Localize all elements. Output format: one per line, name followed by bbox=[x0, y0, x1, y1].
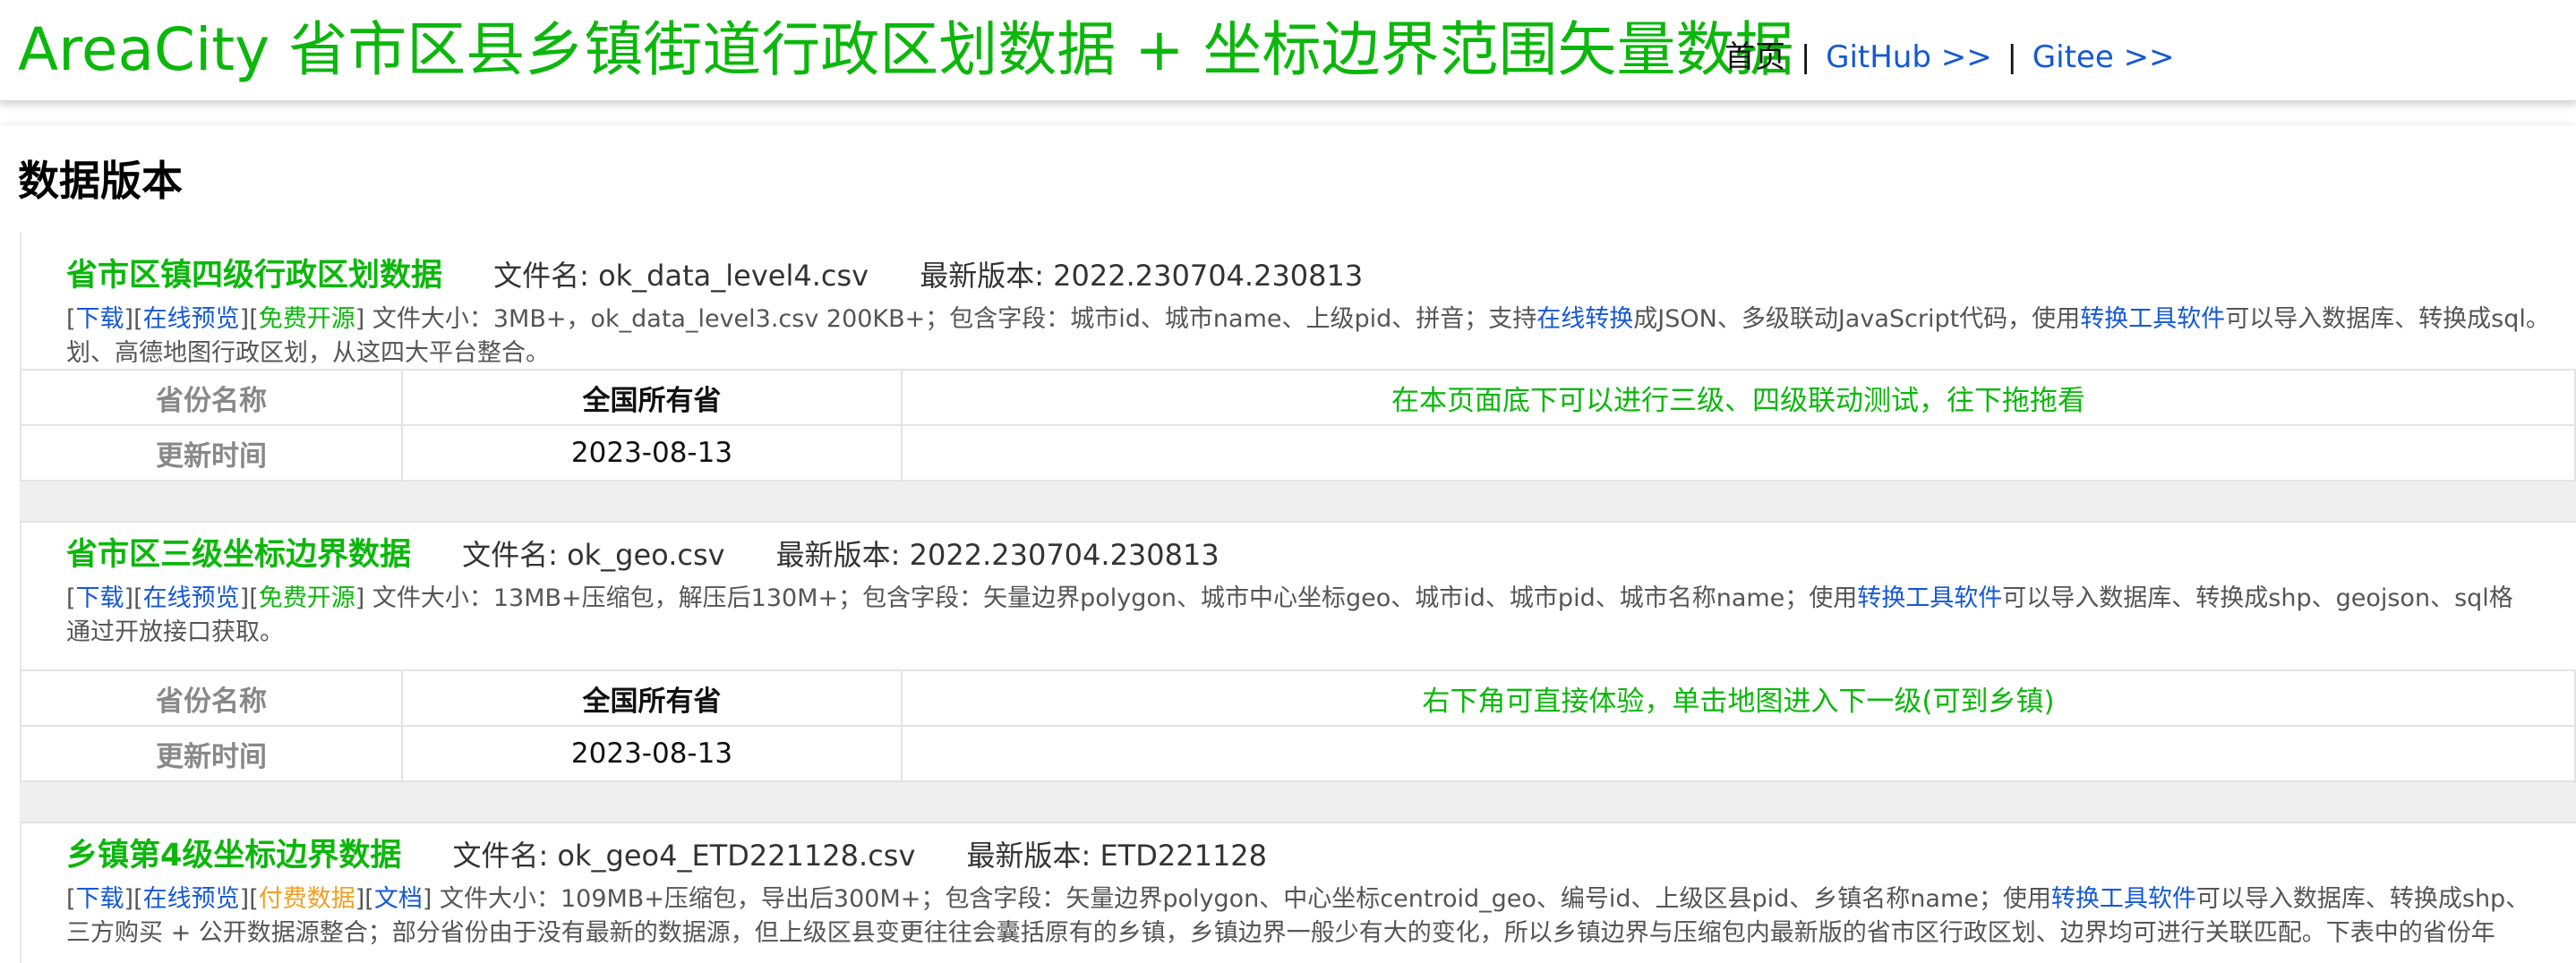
value-update-time: 2023-08-13 bbox=[401, 424, 903, 482]
dataset-info-table: 省份名称 全国所有省 右下角可直接体验，单击地图进入下一级(可到乡镇) 更新时间… bbox=[20, 669, 2576, 782]
label-update-time: 更新时间 bbox=[20, 424, 403, 482]
table-note: 右下角可直接体验，单击地图进入下一级(可到乡镇) bbox=[901, 669, 2576, 727]
desc-text: 文件大小：109MB+压缩包，导出后300M+；包含字段：矢量边界polygon… bbox=[432, 885, 2051, 913]
table-row: 省份名称 全国所有省 右下角可直接体验，单击地图进入下一级(可到乡镇) bbox=[20, 669, 2576, 727]
dataset-description: [下载][在线预览][付费数据][文档] 文件大小：109MB+压缩包，导出后3… bbox=[66, 885, 2530, 947]
desc-text-line2: 三方购买 + 公开数据源整合；部分省份由于没有最新的数据源，但上级区县变更往往会… bbox=[66, 919, 2495, 947]
desc-text: 可以导入数据库、转换成shp、 bbox=[2195, 885, 2530, 913]
section-title: 数据版本 bbox=[18, 157, 183, 205]
desc-text: 成JSON、多级联动JavaScript代码，使用 bbox=[1633, 305, 2081, 333]
dataset-header: 省市区镇四级行政区划数据 文件名: ok_data_level4.csv 最新版… bbox=[66, 254, 1363, 303]
site-header: AreaCity 省市区县乡镇街道行政区划数据 + 坐标边界范围矢量数据 首页 … bbox=[0, 0, 2576, 101]
convert-tool-link[interactable]: 转换工具软件 bbox=[2051, 885, 2196, 913]
dataset-block-geo4: 乡镇第4级坐标边界数据 文件名: ok_geo4_ETD221128.csv 最… bbox=[20, 822, 2576, 963]
value-update-time: 2023-08-13 bbox=[401, 725, 903, 782]
dataset-version: 最新版本: 2022.230704.230813 bbox=[775, 538, 1220, 572]
free-open-source-badge[interactable]: 免费开源 bbox=[259, 305, 355, 333]
download-link[interactable]: 下载 bbox=[76, 584, 124, 612]
dataset-name: 省市区三级坐标边界数据 bbox=[66, 537, 412, 573]
online-preview-link[interactable]: 在线预览 bbox=[143, 885, 240, 913]
label-update-time: 更新时间 bbox=[20, 725, 403, 782]
desc-text-line2: 通过开放接口获取。 bbox=[66, 618, 284, 646]
dataset-description: [下载][在线预览][免费开源] 文件大小：13MB+压缩包，解压后130M+；… bbox=[66, 584, 2513, 646]
top-nav: 首页 | GitHub >> | Gitee >> bbox=[1724, 36, 2175, 79]
nav-separator: | bbox=[1800, 39, 1811, 75]
empty-cell bbox=[901, 725, 2576, 782]
docs-link[interactable]: 文档 bbox=[374, 885, 423, 913]
free-open-source-badge[interactable]: 免费开源 bbox=[259, 584, 355, 612]
dataset-header: 省市区三级坐标边界数据 文件名: ok_geo.csv 最新版本: 2022.2… bbox=[66, 533, 1220, 582]
dataset-name: 省市区镇四级行政区划数据 bbox=[66, 258, 443, 294]
section-divider bbox=[20, 780, 2576, 823]
convert-tool-link[interactable]: 转换工具软件 bbox=[2080, 305, 2225, 333]
site-title: AreaCity 省市区县乡镇街道行政区划数据 + 坐标边界范围矢量数据 bbox=[18, 15, 1794, 84]
dataset-filename: 文件名: ok_data_level4.csv bbox=[493, 259, 869, 293]
online-preview-link[interactable]: 在线预览 bbox=[143, 584, 240, 612]
dataset-filename: 文件名: ok_geo.csv bbox=[462, 538, 725, 572]
table-note: 在本页面底下可以进行三级、四级联动测试，往下拖拖看 bbox=[901, 369, 2576, 426]
desc-text: 文件大小：3MB+，ok_data_level3.csv 200KB+；包含字段… bbox=[364, 305, 1537, 333]
section-divider bbox=[20, 480, 2576, 523]
nav-github-link[interactable]: GitHub >> bbox=[1826, 39, 1992, 75]
page: AreaCity 省市区县乡镇街道行政区划数据 + 坐标边界范围矢量数据 首页 … bbox=[0, 0, 2576, 963]
nav-home-link[interactable]: 首页 bbox=[1724, 39, 1785, 75]
table-row: 更新时间 2023-08-13 bbox=[20, 725, 2576, 782]
content-panel: 数据版本 省市区镇四级行政区划数据 文件名: ok_data_level4.cs… bbox=[0, 125, 2576, 963]
nav-gitee-link[interactable]: Gitee >> bbox=[2033, 39, 2175, 75]
nav-separator: | bbox=[2007, 39, 2017, 75]
paid-data-badge[interactable]: 付费数据 bbox=[259, 885, 355, 913]
empty-cell bbox=[901, 424, 2576, 482]
dataset-version: 最新版本: 2022.230704.230813 bbox=[920, 259, 1364, 293]
dataset-version: 最新版本: ETD221128 bbox=[966, 839, 1268, 873]
convert-tool-link[interactable]: 转换工具软件 bbox=[1857, 584, 2002, 612]
dataset-name: 乡镇第4级坐标边界数据 bbox=[66, 838, 402, 874]
dataset-info-table: 省份名称 全国所有省 在本页面底下可以进行三级、四级联动测试，往下拖拖看 更新时… bbox=[20, 369, 2576, 482]
value-province: 全国所有省 bbox=[401, 669, 903, 727]
dataset-header: 乡镇第4级坐标边界数据 文件名: ok_geo4_ETD221128.csv 最… bbox=[66, 834, 1267, 882]
desc-text: 可以导入数据库、转换成shp、geojson、sql格 bbox=[2002, 584, 2513, 612]
label-province: 省份名称 bbox=[20, 669, 403, 727]
desc-text-line2: 划、高德地图行政区划，从这四大平台整合。 bbox=[66, 339, 550, 367]
desc-text: 可以导入数据库、转换成sql。 bbox=[2225, 305, 2550, 333]
dataset-description: [下载][在线预览][免费开源] 文件大小：3MB+，ok_data_level… bbox=[66, 305, 2550, 367]
online-convert-link[interactable]: 在线转换 bbox=[1536, 305, 1633, 333]
desc-text: 文件大小：13MB+压缩包，解压后130M+；包含字段：矢量边界polygon、… bbox=[364, 584, 1858, 612]
value-province: 全国所有省 bbox=[401, 369, 903, 426]
download-link[interactable]: 下载 bbox=[76, 305, 124, 333]
dataset-block-geo3: 省市区三级坐标边界数据 文件名: ok_geo.csv 最新版本: 2022.2… bbox=[20, 521, 2576, 682]
table-row: 更新时间 2023-08-13 bbox=[20, 424, 2576, 482]
download-link[interactable]: 下载 bbox=[76, 885, 124, 913]
table-row: 省份名称 全国所有省 在本页面底下可以进行三级、四级联动测试，往下拖拖看 bbox=[20, 369, 2576, 426]
online-preview-link[interactable]: 在线预览 bbox=[143, 305, 240, 333]
dataset-filename: 文件名: ok_geo4_ETD221128.csv bbox=[452, 839, 916, 873]
label-province: 省份名称 bbox=[20, 369, 403, 426]
